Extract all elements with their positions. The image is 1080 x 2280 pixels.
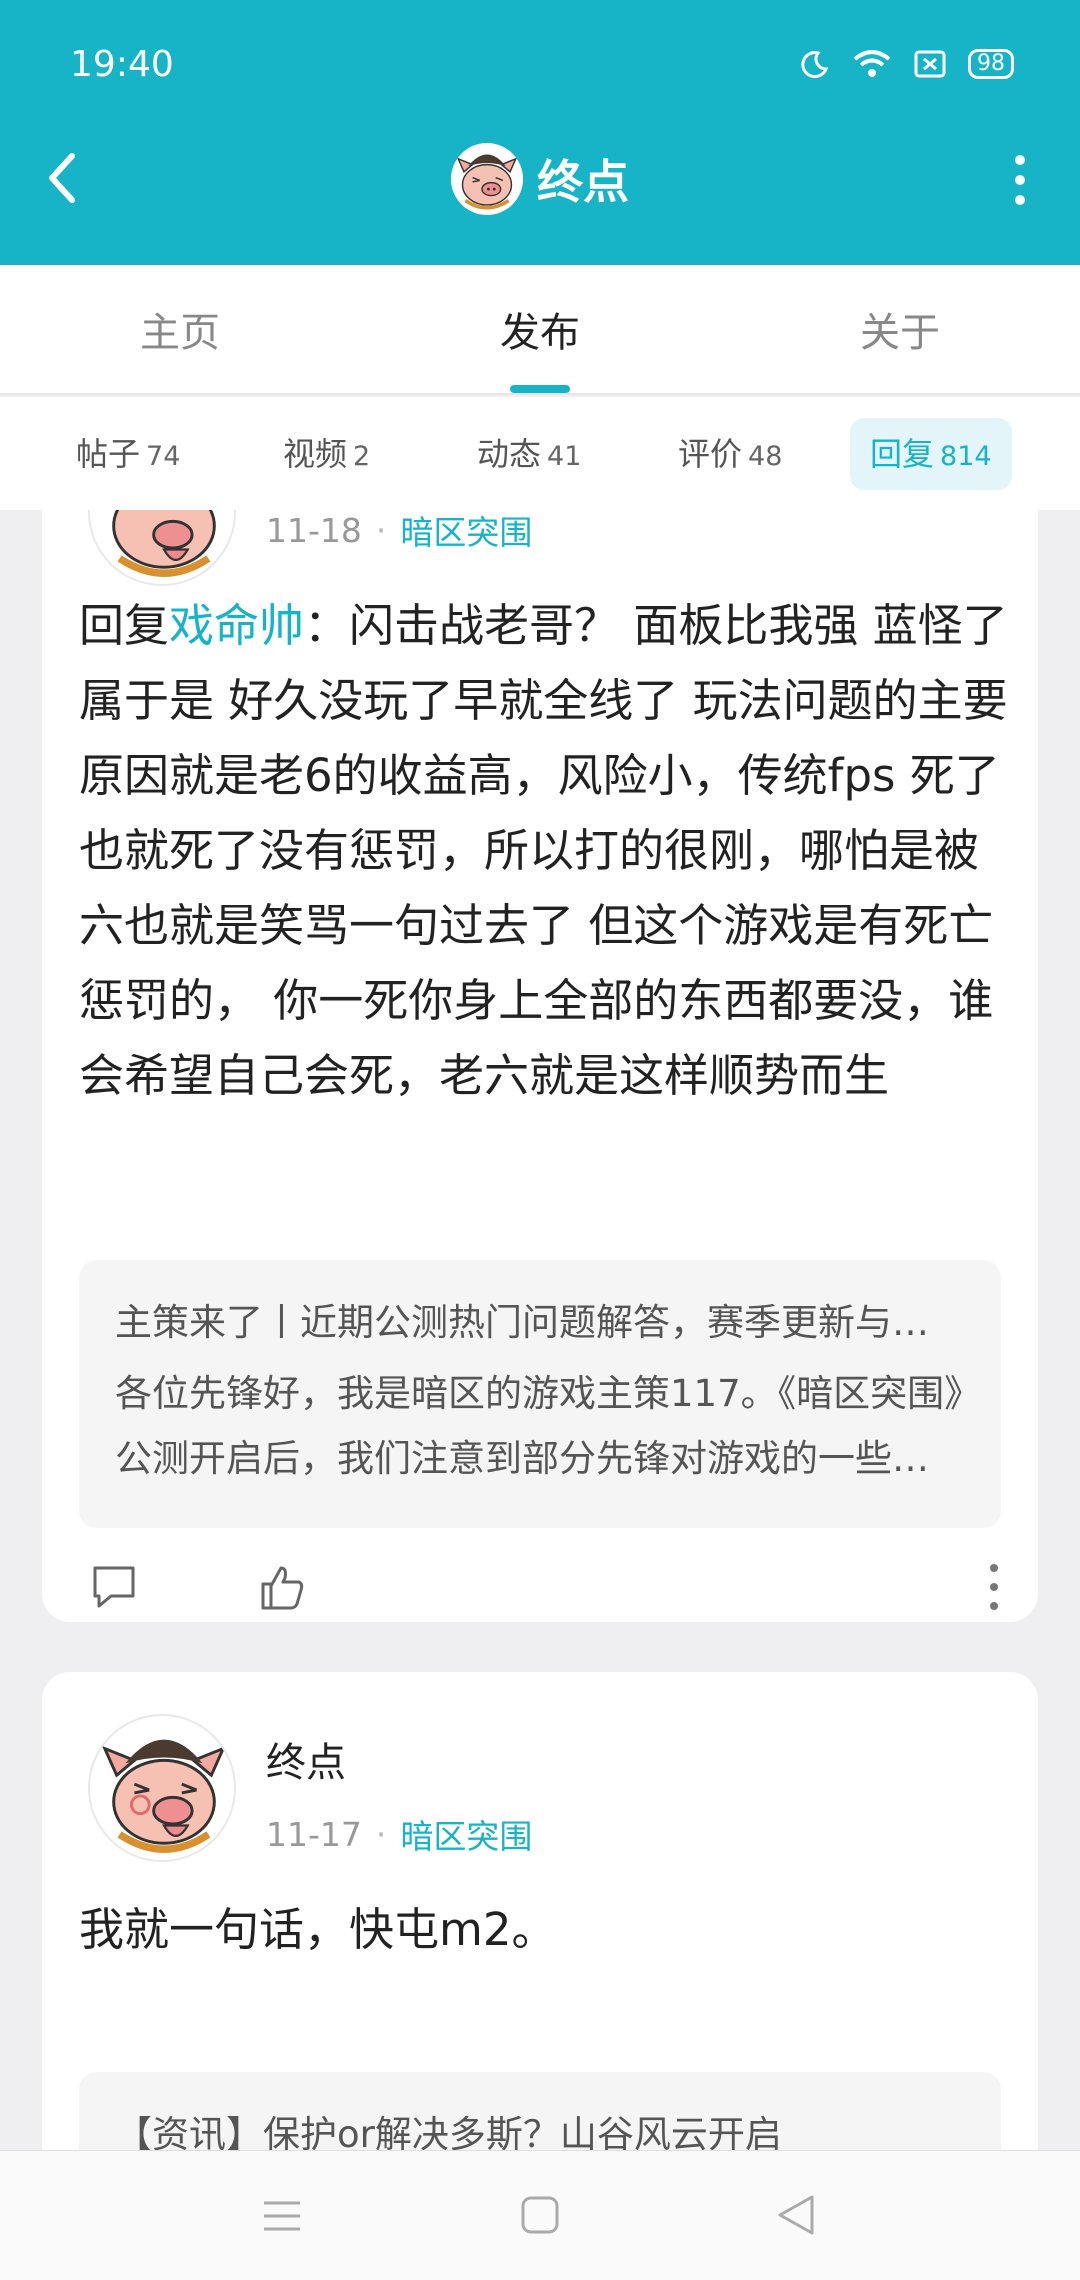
- user-avatar[interactable]: [451, 143, 523, 215]
- tab-home[interactable]: 主页: [0, 265, 360, 393]
- subtab-moments[interactable]: 动态 41: [457, 418, 601, 490]
- post-date: 11-18: [266, 510, 362, 550]
- recent-apps-icon[interactable]: [262, 2199, 302, 2233]
- reply-target-user[interactable]: 戏命帅: [169, 599, 304, 652]
- quoted-post-title: 【资讯】保护or解决多斯？山谷风云开启: [115, 2113, 782, 2150]
- moon-icon: [801, 51, 829, 79]
- page-title: 终点: [537, 155, 629, 209]
- pig-avatar-icon: [90, 1716, 234, 1860]
- subtab-replies[interactable]: 回复 814: [850, 417, 1012, 490]
- subtab-videos[interactable]: 视频 2: [263, 418, 390, 490]
- reply-body: 回复戏命帅：闪击战老哥？ 面板比我强 蓝怪了属于是 好久没玩了早就全线了 玩法问…: [79, 588, 1009, 1113]
- meta-separator: ·: [375, 1814, 387, 1854]
- post-date: 11-17: [266, 1814, 362, 1854]
- subtab-label: 视频: [283, 434, 348, 473]
- status-time: 19:40: [70, 44, 174, 85]
- subtab-count: 814: [940, 440, 992, 472]
- reply-body: 我就一句话，快屯m2。: [79, 1903, 557, 1956]
- reply-card[interactable]: 终点 11-17 · 暗区突围 我就一句话，快屯m2。 【资讯】保护or解决多斯…: [42, 1672, 1038, 2150]
- sim-icon: [914, 50, 946, 78]
- reply-prefix: 回复: [79, 599, 170, 652]
- quoted-post[interactable]: 主策来了丨近期公测热门问题解答，赛季更新与后续规划 各位先锋好，我是暗区的游戏主…: [79, 1260, 1001, 1528]
- author-avatar[interactable]: [88, 510, 236, 586]
- subtab-count: 41: [547, 440, 582, 472]
- subtab-count: 2: [353, 440, 371, 472]
- sub-tab-bar: 帖子 74 视频 2 动态 41 评价 48 回复 814: [0, 397, 1080, 510]
- post-meta: 11-18 · 暗区突围: [266, 510, 532, 554]
- thumbs-up-icon[interactable]: [257, 1562, 307, 1612]
- game-tag[interactable]: 暗区突围: [400, 510, 532, 554]
- reply-card[interactable]: 11-18 · 暗区突围 回复戏命帅：闪击战老哥？ 面板比我强 蓝怪了属于是 好…: [42, 510, 1038, 1622]
- subtab-count: 48: [748, 440, 783, 472]
- post-meta: 11-17 · 暗区突围: [266, 1810, 532, 1858]
- subtab-posts[interactable]: 帖子 74: [56, 418, 200, 490]
- more-options-icon[interactable]: [1010, 155, 1030, 205]
- nav-back-icon[interactable]: [776, 2193, 816, 2237]
- subtab-label: 评价: [678, 434, 743, 473]
- home-icon[interactable]: [520, 2195, 560, 2235]
- card-more-icon[interactable]: [987, 1564, 1001, 1610]
- subtab-reviews[interactable]: 评价 48: [658, 418, 802, 490]
- wifi-icon: [853, 50, 891, 77]
- card-actions: [79, 1562, 1001, 1622]
- app-header: 19:40 98 终点: [0, 0, 1080, 265]
- comment-icon[interactable]: [89, 1562, 139, 1612]
- author-avatar[interactable]: [88, 1714, 236, 1862]
- tab-posts-published[interactable]: 发布: [360, 265, 720, 393]
- reply-content: ：闪击战老哥？ 面板比我强 蓝怪了属于是 好久没玩了早就全线了 玩法问题的主要原…: [79, 599, 1008, 1102]
- pig-avatar-icon: [90, 510, 234, 584]
- battery-indicator: 98: [968, 49, 1014, 79]
- status-icons: 98: [800, 48, 1014, 80]
- subtab-count: 74: [146, 440, 181, 472]
- reply-feed: 11-18 · 暗区突围 回复戏命帅：闪击战老哥？ 面板比我强 蓝怪了属于是 好…: [0, 510, 1080, 2150]
- main-tab-bar: 主页 发布 关于: [0, 265, 1080, 395]
- meta-separator: ·: [375, 510, 387, 550]
- quoted-post-excerpt: 各位先锋好，我是暗区的游戏主策117。《暗区突围》公测开启后，我们注意到部分先锋…: [115, 1372, 963, 1480]
- author-name[interactable]: 终点: [266, 1730, 346, 1788]
- game-tag[interactable]: 暗区突围: [400, 1810, 532, 1858]
- subtab-label: 动态: [477, 434, 542, 473]
- quoted-post-title: 主策来了丨近期公测热门问题解答，赛季更新与后续规划: [115, 1301, 965, 1344]
- quoted-post[interactable]: 【资讯】保护or解决多斯？山谷风云开启: [79, 2072, 1001, 2150]
- header-title-group: 终点: [0, 143, 1080, 215]
- pig-avatar-icon: [451, 143, 523, 215]
- tab-about[interactable]: 关于: [720, 265, 1080, 393]
- subtab-label: 帖子: [76, 434, 141, 473]
- subtab-label: 回复: [870, 434, 935, 473]
- system-nav-bar: [0, 2150, 1080, 2280]
